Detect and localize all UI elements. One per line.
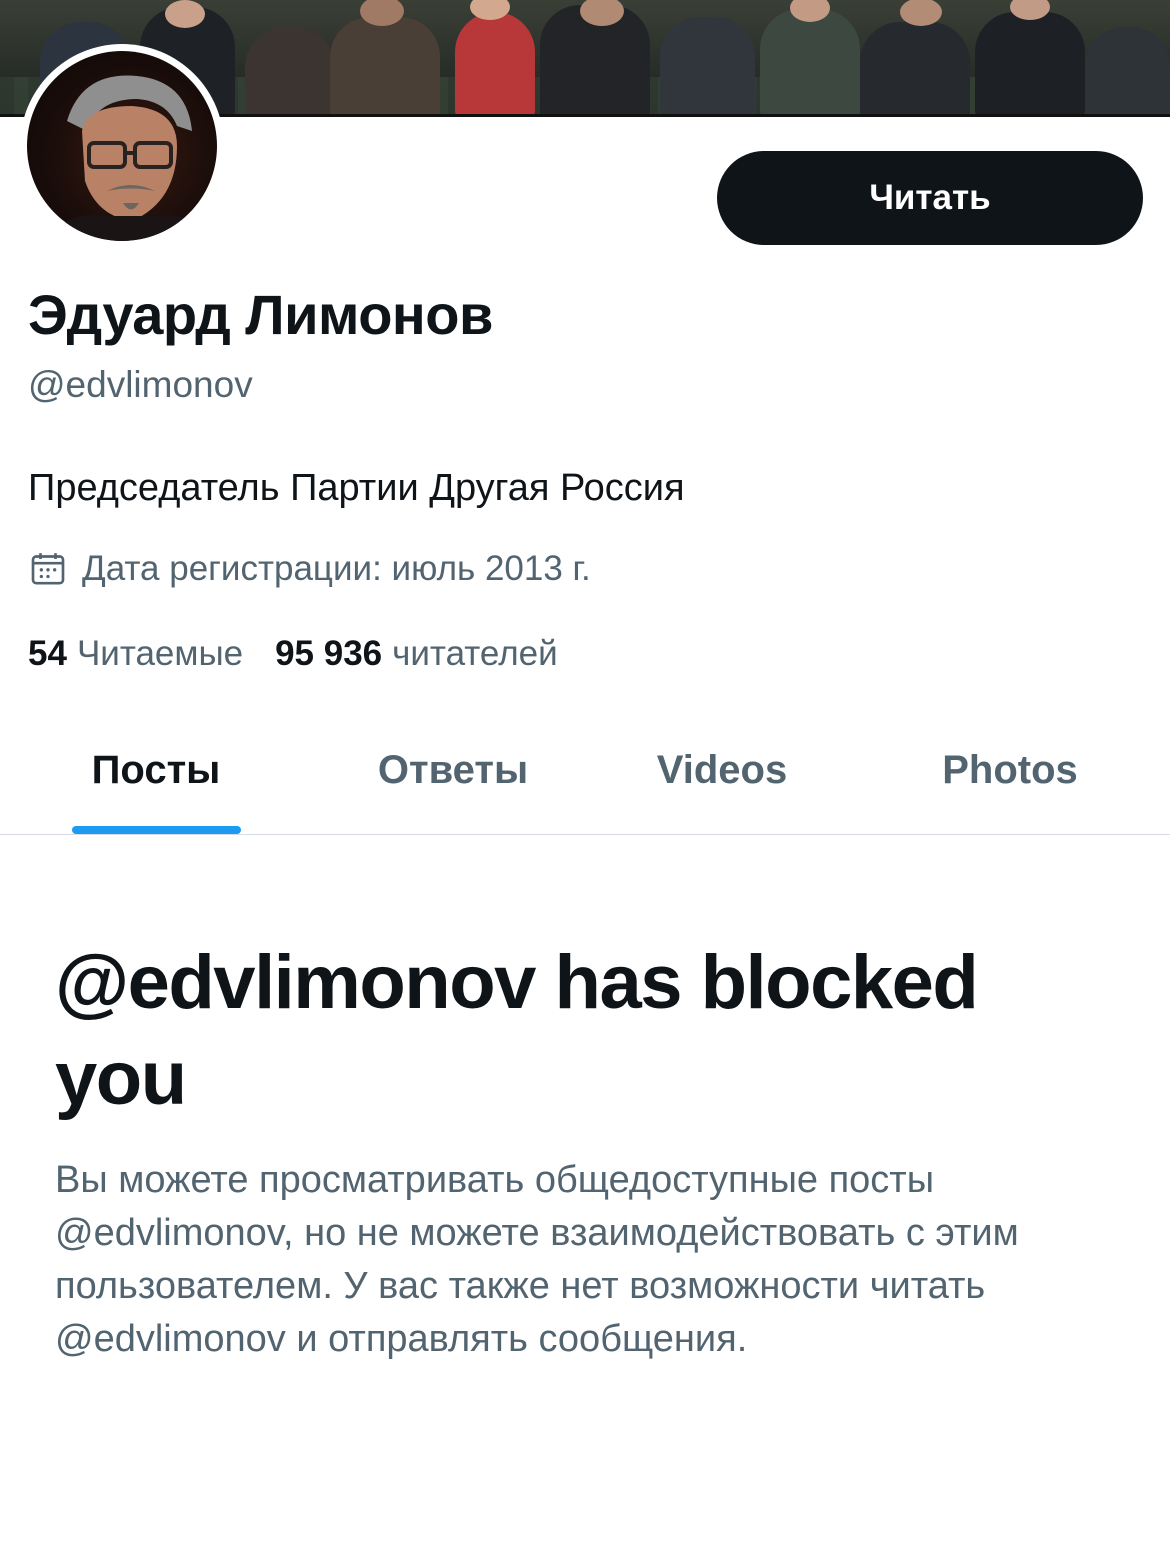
tab-posts[interactable]: Посты [56, 705, 256, 835]
avatar[interactable] [20, 44, 224, 248]
following-label: Читаемые [76, 634, 244, 673]
follow-button[interactable]: Читать [717, 151, 1143, 245]
tab-photos[interactable]: Photos [905, 705, 1115, 835]
following-count: 54 [28, 634, 67, 673]
avatar-image [27, 51, 217, 241]
tab-replies[interactable]: Ответы [343, 705, 563, 835]
blocked-description: Вы можете просматривать общедоступные по… [55, 1159, 1019, 1360]
join-date: Дата регистрации: июль 2013 г. [28, 549, 591, 589]
profile-page: Читать Эдуард Лимонов @edvlimonov Предсе… [0, 0, 1170, 1541]
handle: @edvlimonov [28, 364, 253, 405]
display-name: Эдуард Лимонов [28, 283, 493, 346]
profile-tabs: Посты Ответы Videos Photos [0, 705, 1170, 835]
calendar-icon [31, 553, 65, 585]
join-date-text: Дата регистрации: июль 2013 г. [82, 549, 591, 588]
followers-label: читателей [392, 634, 558, 673]
followers-count: 95 936 [275, 634, 383, 673]
blocked-title: @edvlimonov has blocked you [55, 940, 979, 1121]
bio: Председатель Партии Другая Россия [28, 467, 685, 509]
followers-link[interactable]: 95 936 читателей [275, 634, 558, 674]
active-tab-indicator [72, 826, 241, 834]
tab-videos[interactable]: Videos [622, 705, 822, 835]
following-link[interactable]: 54 Читаемые [28, 634, 243, 674]
profile-stats: 54 Читаемые 95 936 читателей [28, 634, 558, 674]
